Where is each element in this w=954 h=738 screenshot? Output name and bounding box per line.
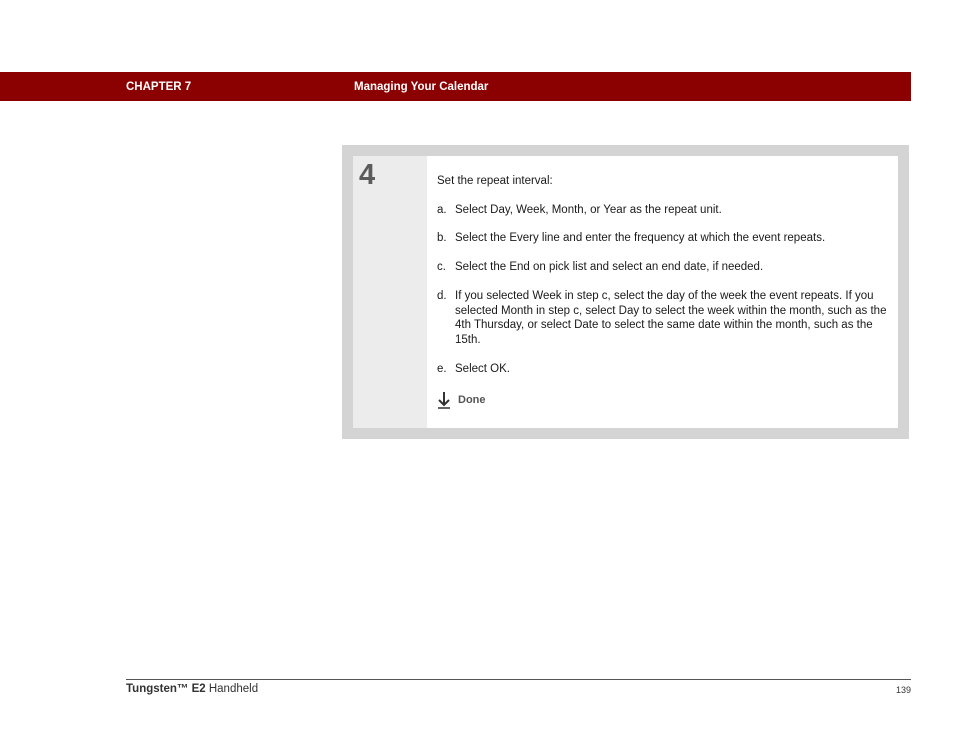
sub-step-marker: d. xyxy=(437,289,447,302)
sub-step-d: d. If you selected Week in step c, selec… xyxy=(437,289,889,348)
chapter-label: CHAPTER 7 xyxy=(126,81,192,93)
chapter-title: Managing Your Calendar xyxy=(354,81,489,93)
sub-step-c: c. Select the End on pick list and selec… xyxy=(437,260,889,275)
footer-product-bold: Tungsten™ E2 xyxy=(126,683,206,695)
sub-step-marker: a. xyxy=(437,203,447,216)
step-number-column: 4 xyxy=(353,156,427,428)
step-box: 4 Set the repeat interval: a. Select Day… xyxy=(342,145,909,439)
sub-step-e: e. Select OK. xyxy=(437,362,889,377)
footer-product-rest: Handheld xyxy=(205,683,259,695)
sub-step-b: b. Select the Every line and enter the f… xyxy=(437,231,889,246)
sub-step-text: Select the Every line and enter the freq… xyxy=(455,232,826,245)
sub-step-marker: b. xyxy=(437,232,447,245)
done-label: Done xyxy=(458,394,486,407)
step-content: Set the repeat interval: a. Select Day, … xyxy=(427,156,898,428)
sub-step-marker: c. xyxy=(437,261,446,274)
sub-step-text: If you selected Week in step c, select t… xyxy=(455,289,887,346)
footer-product-name: Tungsten™ E2 Handheld xyxy=(126,683,258,695)
sub-step-a: a. Select Day, Week, Month, or Year as t… xyxy=(437,203,889,218)
chapter-header-bar: CHAPTER 7 Managing Your Calendar xyxy=(0,72,911,101)
sub-step-text: Select the End on pick list and select a… xyxy=(455,261,764,274)
step-number: 4 xyxy=(359,159,376,191)
done-indicator: Done xyxy=(437,390,889,410)
down-arrow-icon xyxy=(438,392,450,410)
footer-divider xyxy=(126,679,911,680)
sub-step-marker: e. xyxy=(437,362,447,375)
sub-step-text: Select Day, Week, Month, or Year as the … xyxy=(455,203,722,216)
page-number: 139 xyxy=(895,685,911,695)
step-intro: Set the repeat interval: xyxy=(437,175,553,187)
sub-step-text: Select OK. xyxy=(455,362,510,375)
